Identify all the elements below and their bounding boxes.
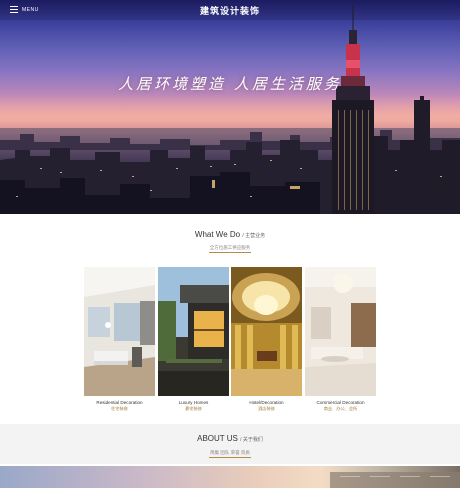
what-we-do-title: What We Do — [194, 230, 241, 239]
service-title-en: Commercial Decoration — [316, 400, 365, 405]
hotel-image — [231, 267, 302, 396]
service-title-en: Luxury Homes — [178, 400, 209, 405]
what-we-do-title-sub: / 主营业务 — [242, 233, 266, 239]
service-card-commercial[interactable]: Commercial Decoration 商业、办公、会所 — [305, 267, 376, 415]
about-title-sub: / 关于我们 — [240, 437, 263, 443]
service-title-en: Hotel/Decoration — [249, 400, 284, 405]
service-title-cn: 住宅装修 — [111, 406, 128, 411]
luxury-homes-image — [158, 267, 229, 396]
hero-banner: MENU 建筑设计装饰 人居环境塑造 人居生活服务 — [0, 0, 460, 214]
hero-slogan: 人居环境塑造 人居生活服务 — [118, 75, 342, 93]
what-we-do-underline — [209, 252, 251, 253]
service-card-hotel[interactable]: Hotel/Decoration 酒店装修 — [231, 267, 302, 415]
about-heading: ABOUT US / 关于我们 — [0, 434, 460, 443]
service-title-cn: 酒店装修 — [258, 406, 275, 411]
tower-silhouette — [332, 6, 374, 214]
about-section — [0, 424, 460, 464]
service-card-luxury[interactable]: Luxury Homes 豪宅装修 — [158, 267, 229, 415]
commercial-image — [305, 267, 376, 396]
what-we-do-heading: What We Do / 主营业务 — [0, 230, 460, 239]
residential-image — [84, 267, 155, 396]
site-logo[interactable]: 建筑设计装饰 — [0, 4, 460, 17]
about-underline — [209, 457, 251, 458]
city-skyline-image — [0, 6, 460, 214]
service-title-cn: 豪宅装修 — [185, 406, 202, 411]
about-title: ABOUT US — [197, 434, 238, 443]
services-grid: Residential Decoration 住宅装修 Luxury Homes… — [84, 267, 376, 415]
service-title-cn: 商业、办公、会所 — [323, 406, 358, 411]
service-card-residential[interactable]: Residential Decoration 住宅装修 — [84, 267, 155, 415]
what-we-do-subtitle: 全方位施工供应服务 — [209, 245, 251, 250]
service-title-en: Residential Decoration — [96, 400, 143, 405]
about-banner-image — [0, 466, 460, 488]
about-links[interactable]: 简集 团队 荣誉 资质 — [0, 450, 460, 456]
